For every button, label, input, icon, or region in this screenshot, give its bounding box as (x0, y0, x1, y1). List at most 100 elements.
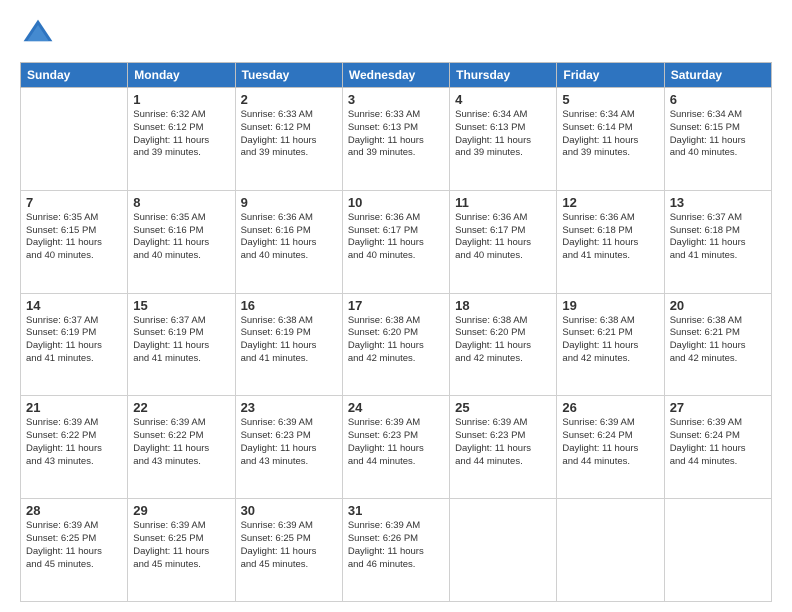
calendar-cell: 23Sunrise: 6:39 AM Sunset: 6:23 PM Dayli… (235, 396, 342, 499)
calendar-cell: 20Sunrise: 6:38 AM Sunset: 6:21 PM Dayli… (664, 293, 771, 396)
cell-content: Sunrise: 6:35 AM Sunset: 6:15 PM Dayligh… (26, 212, 122, 263)
day-number: 11 (455, 195, 551, 210)
day-number: 30 (241, 503, 337, 518)
day-number: 29 (133, 503, 229, 518)
weekday-header: Saturday (664, 63, 771, 88)
day-number: 27 (670, 400, 766, 415)
calendar-row: 7 Sunrise: 6:35 AM Sunset: 6:15 PM Daylig… (21, 190, 772, 293)
day-number: 26 (562, 400, 658, 415)
cell-content: Sunrise: 6:39 AM Sunset: 6:25 PM Dayligh… (26, 520, 122, 571)
calendar-cell: 16 Sunrise: 6:38 AM Sunset: 6:19 PM Dayli… (235, 293, 342, 396)
day-number: 16 (241, 298, 337, 313)
day-number: 3 (348, 92, 444, 107)
day-number: 8 (133, 195, 229, 210)
calendar-cell: 1 Sunrise: 6:32 AM Sunset: 6:12 PM Daylig… (128, 88, 235, 191)
day-number: 7 (26, 195, 122, 210)
calendar-cell: 8 Sunrise: 6:35 AM Sunset: 6:16 PM Daylig… (128, 190, 235, 293)
calendar-cell: 10 Sunrise: 6:36 AM Sunset: 6:17 PM Dayli… (342, 190, 449, 293)
weekday-header-row: SundayMondayTuesdayWednesdayThursdayFrid… (21, 63, 772, 88)
calendar-cell: 6Sunrise: 6:34 AM Sunset: 6:15 PM Daylig… (664, 88, 771, 191)
day-number: 5 (562, 92, 658, 107)
weekday-header: Sunday (21, 63, 128, 88)
calendar-row: 28 Sunrise: 6:39 AM Sunset: 6:25 PM Dayli… (21, 499, 772, 602)
day-number: 19 (562, 298, 658, 313)
calendar-cell: 30 Sunrise: 6:39 AM Sunset: 6:25 PM Dayli… (235, 499, 342, 602)
calendar-cell: 3Sunrise: 6:33 AM Sunset: 6:13 PM Daylig… (342, 88, 449, 191)
calendar-cell (557, 499, 664, 602)
cell-content: Sunrise: 6:39 AM Sunset: 6:25 PM Dayligh… (241, 520, 337, 571)
day-number: 24 (348, 400, 444, 415)
cell-content: Sunrise: 6:39 AM Sunset: 6:23 PM Dayligh… (348, 417, 444, 468)
calendar-cell: 22 Sunrise: 6:39 AM Sunset: 6:22 PM Dayli… (128, 396, 235, 499)
calendar-cell: 13Sunrise: 6:37 AM Sunset: 6:18 PM Dayli… (664, 190, 771, 293)
cell-content: Sunrise: 6:38 AM Sunset: 6:19 PM Dayligh… (241, 315, 337, 366)
day-number: 23 (241, 400, 337, 415)
day-number: 22 (133, 400, 229, 415)
day-number: 12 (562, 195, 658, 210)
cell-content: Sunrise: 6:38 AM Sunset: 6:21 PM Dayligh… (562, 315, 658, 366)
calendar-cell (21, 88, 128, 191)
calendar-cell: 21 Sunrise: 6:39 AM Sunset: 6:22 PM Dayli… (21, 396, 128, 499)
cell-content: Sunrise: 6:38 AM Sunset: 6:20 PM Dayligh… (348, 315, 444, 366)
cell-content: Sunrise: 6:39 AM Sunset: 6:23 PM Dayligh… (455, 417, 551, 468)
day-number: 14 (26, 298, 122, 313)
cell-content: Sunrise: 6:39 AM Sunset: 6:26 PM Dayligh… (348, 520, 444, 571)
calendar-cell: 5 Sunrise: 6:34 AM Sunset: 6:14 PM Daylig… (557, 88, 664, 191)
weekday-header: Tuesday (235, 63, 342, 88)
calendar-cell: 27 Sunrise: 6:39 AM Sunset: 6:24 PM Dayli… (664, 396, 771, 499)
day-number: 25 (455, 400, 551, 415)
calendar-row: 1 Sunrise: 6:32 AM Sunset: 6:12 PM Daylig… (21, 88, 772, 191)
logo (20, 16, 60, 52)
cell-content: Sunrise: 6:36 AM Sunset: 6:17 PM Dayligh… (455, 212, 551, 263)
cell-content: Sunrise: 6:38 AM Sunset: 6:21 PM Dayligh… (670, 315, 766, 366)
calendar-cell: 19 Sunrise: 6:38 AM Sunset: 6:21 PM Dayli… (557, 293, 664, 396)
calendar-cell: 31Sunrise: 6:39 AM Sunset: 6:26 PM Dayli… (342, 499, 449, 602)
page: SundayMondayTuesdayWednesdayThursdayFrid… (0, 0, 792, 612)
cell-content: Sunrise: 6:32 AM Sunset: 6:12 PM Dayligh… (133, 109, 229, 160)
cell-content: Sunrise: 6:33 AM Sunset: 6:12 PM Dayligh… (241, 109, 337, 160)
calendar-cell: 24 Sunrise: 6:39 AM Sunset: 6:23 PM Dayli… (342, 396, 449, 499)
cell-content: Sunrise: 6:36 AM Sunset: 6:16 PM Dayligh… (241, 212, 337, 263)
day-number: 10 (348, 195, 444, 210)
logo-icon (20, 16, 56, 52)
cell-content: Sunrise: 6:37 AM Sunset: 6:19 PM Dayligh… (26, 315, 122, 366)
calendar-cell: 18Sunrise: 6:38 AM Sunset: 6:20 PM Dayli… (450, 293, 557, 396)
header (20, 16, 772, 52)
calendar-cell: 2 Sunrise: 6:33 AM Sunset: 6:12 PM Daylig… (235, 88, 342, 191)
calendar-cell: 15 Sunrise: 6:37 AM Sunset: 6:19 PM Dayli… (128, 293, 235, 396)
day-number: 4 (455, 92, 551, 107)
day-number: 21 (26, 400, 122, 415)
calendar-cell (664, 499, 771, 602)
cell-content: Sunrise: 6:36 AM Sunset: 6:17 PM Dayligh… (348, 212, 444, 263)
calendar-cell: 25 Sunrise: 6:39 AM Sunset: 6:23 PM Dayli… (450, 396, 557, 499)
calendar-cell: 4Sunrise: 6:34 AM Sunset: 6:13 PM Daylig… (450, 88, 557, 191)
day-number: 18 (455, 298, 551, 313)
cell-content: Sunrise: 6:39 AM Sunset: 6:22 PM Dayligh… (133, 417, 229, 468)
calendar-cell: 26 Sunrise: 6:39 AM Sunset: 6:24 PM Dayli… (557, 396, 664, 499)
day-number: 15 (133, 298, 229, 313)
cell-content: Sunrise: 6:34 AM Sunset: 6:14 PM Dayligh… (562, 109, 658, 160)
calendar-cell: 9 Sunrise: 6:36 AM Sunset: 6:16 PM Daylig… (235, 190, 342, 293)
day-number: 2 (241, 92, 337, 107)
day-number: 28 (26, 503, 122, 518)
cell-content: Sunrise: 6:35 AM Sunset: 6:16 PM Dayligh… (133, 212, 229, 263)
cell-content: Sunrise: 6:37 AM Sunset: 6:19 PM Dayligh… (133, 315, 229, 366)
weekday-header: Monday (128, 63, 235, 88)
day-number: 17 (348, 298, 444, 313)
calendar-row: 14 Sunrise: 6:37 AM Sunset: 6:19 PM Dayli… (21, 293, 772, 396)
calendar-cell: 12 Sunrise: 6:36 AM Sunset: 6:18 PM Dayli… (557, 190, 664, 293)
calendar-cell: 17 Sunrise: 6:38 AM Sunset: 6:20 PM Dayli… (342, 293, 449, 396)
weekday-header: Thursday (450, 63, 557, 88)
calendar-cell: 29Sunrise: 6:39 AM Sunset: 6:25 PM Dayli… (128, 499, 235, 602)
cell-content: Sunrise: 6:39 AM Sunset: 6:24 PM Dayligh… (670, 417, 766, 468)
cell-content: Sunrise: 6:36 AM Sunset: 6:18 PM Dayligh… (562, 212, 658, 263)
cell-content: Sunrise: 6:39 AM Sunset: 6:24 PM Dayligh… (562, 417, 658, 468)
calendar-cell: 28 Sunrise: 6:39 AM Sunset: 6:25 PM Dayli… (21, 499, 128, 602)
cell-content: Sunrise: 6:37 AM Sunset: 6:18 PM Dayligh… (670, 212, 766, 263)
day-number: 9 (241, 195, 337, 210)
calendar-cell: 11 Sunrise: 6:36 AM Sunset: 6:17 PM Dayli… (450, 190, 557, 293)
day-number: 1 (133, 92, 229, 107)
day-number: 6 (670, 92, 766, 107)
cell-content: Sunrise: 6:39 AM Sunset: 6:22 PM Dayligh… (26, 417, 122, 468)
calendar-row: 21 Sunrise: 6:39 AM Sunset: 6:22 PM Dayli… (21, 396, 772, 499)
